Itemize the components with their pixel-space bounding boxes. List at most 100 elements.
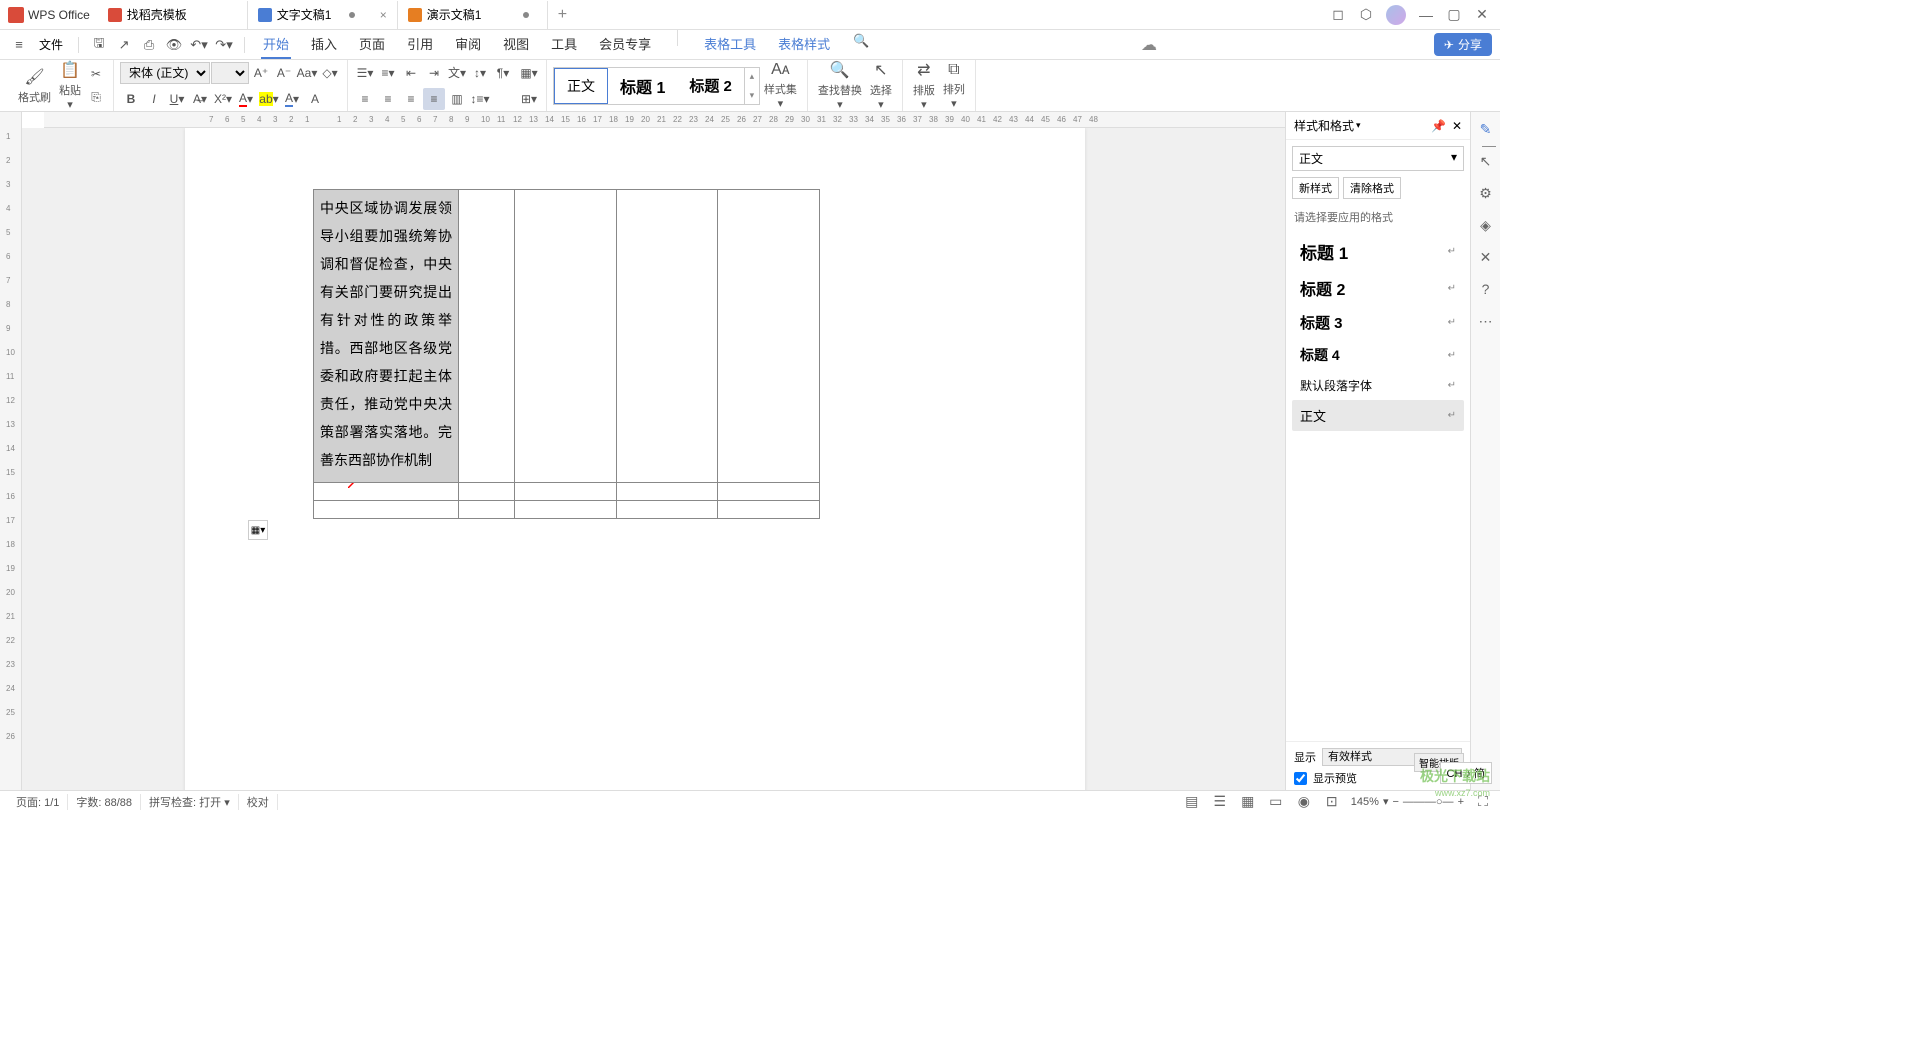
strikethrough-icon[interactable]: A̶▾ (189, 88, 211, 110)
view-read-icon[interactable]: ▭ (1267, 793, 1285, 811)
table-cell[interactable] (459, 190, 515, 483)
increase-indent-icon[interactable]: ⇥ (423, 62, 445, 84)
decrease-font-icon[interactable]: A⁻ (273, 62, 295, 84)
text-fill-icon[interactable]: A▾ (281, 88, 303, 110)
find-replace-button[interactable]: 🔍查找替换▾ (814, 64, 866, 108)
italic-icon[interactable]: I (143, 88, 165, 110)
style-normal[interactable]: 正文 (554, 68, 608, 104)
undo-icon[interactable]: ↶▾ (188, 34, 210, 56)
new-style-button[interactable]: 新样式 (1292, 177, 1339, 199)
table-cell[interactable] (314, 483, 459, 501)
select-button[interactable]: ↖选择▾ (866, 64, 896, 108)
window-restore-icon[interactable]: ◻ (1330, 7, 1346, 23)
style-entry[interactable]: 标题 2↵ (1292, 270, 1464, 306)
close-icon[interactable]: × (380, 8, 387, 22)
menu-tab-table-tools[interactable]: 表格工具 (702, 30, 758, 59)
edit-icon[interactable]: ✎ (1477, 120, 1495, 138)
text-direction-icon[interactable]: 文▾ (446, 62, 468, 84)
table-cell[interactable] (718, 190, 820, 483)
align-center-icon[interactable]: ≡ (377, 88, 399, 110)
minimize-button[interactable]: — (1418, 7, 1434, 23)
view-focus-icon[interactable]: ◉ (1295, 793, 1313, 811)
table-cell[interactable] (314, 501, 459, 519)
shading-icon[interactable]: ▦▾ (518, 62, 540, 84)
document-table[interactable]: 中央区域协调发展领导小组要加强统筹协调和督促检查，中央有关部门要研究提出有针对性… (313, 189, 820, 519)
menu-tab-table-style[interactable]: 表格样式 (776, 30, 832, 59)
help-icon[interactable]: ? (1477, 280, 1495, 298)
style-heading2[interactable]: 标题 2 (677, 68, 744, 104)
menu-tab-review[interactable]: 审阅 (453, 30, 483, 59)
tab-presentation[interactable]: 演示文稿1 (398, 1, 548, 29)
style-entry[interactable]: 正文↵ (1292, 400, 1464, 431)
increase-font-icon[interactable]: A⁺ (250, 62, 272, 84)
tab-templates[interactable]: 找稻壳模板 (98, 1, 248, 29)
superscript-icon[interactable]: X²▾ (212, 88, 234, 110)
redo-icon[interactable]: ↷▾ (213, 34, 235, 56)
font-size-select[interactable] (211, 62, 249, 84)
view-print-icon[interactable]: ▤ (1183, 793, 1201, 811)
font-color-icon[interactable]: A▾ (235, 88, 257, 110)
cloud-icon[interactable]: ☁ (1141, 35, 1157, 55)
table-handle-icon[interactable]: ▦▾ (248, 520, 268, 540)
style-entry[interactable]: 标题 1↵ (1292, 233, 1464, 270)
align-left-icon[interactable]: ≡ (354, 88, 376, 110)
style-entry[interactable]: 标题 4↵ (1292, 339, 1464, 371)
align-justify-icon[interactable]: ≡ (423, 88, 445, 110)
print-icon[interactable]: ⎙ (138, 34, 160, 56)
tools-icon[interactable]: ✕ (1477, 248, 1495, 266)
export-icon[interactable]: ↗ (113, 34, 135, 56)
share-button[interactable]: ✈ 分享 (1434, 33, 1492, 56)
style-gallery[interactable]: 正文 标题 1 标题 2 ▴ ▾ (553, 67, 760, 105)
menu-tab-tools[interactable]: 工具 (549, 30, 579, 59)
page-indicator[interactable]: 页面: 1/1 (8, 794, 68, 810)
word-count[interactable]: 字数: 88/88 (68, 794, 141, 810)
zoom-out-icon[interactable]: − (1392, 796, 1398, 808)
decrease-indent-icon[interactable]: ⇤ (400, 62, 422, 84)
style-up-icon[interactable]: ▴ (745, 67, 759, 86)
style-set-button[interactable]: Aᴀ样式集▾ (760, 64, 801, 108)
table-row[interactable] (314, 501, 820, 519)
menu-tab-reference[interactable]: 引用 (405, 30, 435, 59)
new-tab-button[interactable]: + (548, 6, 577, 24)
style-entry[interactable]: 默认段落字体↵ (1292, 371, 1464, 400)
save-icon[interactable]: 🖫 (88, 34, 110, 56)
arrange-button[interactable]: ⧉排列▾ (939, 64, 969, 108)
align-right-icon[interactable]: ≡ (400, 88, 422, 110)
avatar[interactable] (1386, 5, 1406, 25)
document-canvas[interactable]: 中央区域协调发展领导小组要加强统筹协调和督促检查，中央有关部门要研究提出有针对性… (22, 128, 1285, 796)
print-preview-icon[interactable]: 👁 (163, 34, 185, 56)
table-cell[interactable] (617, 190, 718, 483)
clear-format-button[interactable]: 清除格式 (1343, 177, 1401, 199)
search-icon[interactable]: 🔍 (850, 30, 872, 52)
menu-tab-view[interactable]: 视图 (501, 30, 531, 59)
change-case-icon[interactable]: Aa▾ (296, 62, 318, 84)
tab-document[interactable]: 文字文稿1 × (248, 1, 398, 29)
border-icon[interactable]: ⊞▾ (518, 88, 540, 110)
bullet-list-icon[interactable]: ☰▾ (354, 62, 376, 84)
paste-button[interactable]: 📋粘贴▾ (55, 64, 85, 108)
pin-icon[interactable]: 📌 (1431, 119, 1446, 133)
style-heading1[interactable]: 标题 1 (608, 68, 677, 104)
style-entry[interactable]: 标题 3↵ (1292, 306, 1464, 339)
clear-format-icon[interactable]: ◇▾ (319, 62, 341, 84)
proof-status[interactable]: 校对 (239, 794, 278, 810)
cube-icon[interactable]: ⬡ (1358, 7, 1374, 23)
format-brush-button[interactable]: 🖌格式刷 (14, 64, 55, 108)
collapse-panel-icon[interactable]: — (1482, 137, 1496, 153)
view-outline-icon[interactable]: ☰ (1211, 793, 1229, 811)
show-preview-checkbox[interactable] (1294, 772, 1307, 785)
settings-icon[interactable]: ⚙ (1477, 184, 1495, 202)
close-button[interactable]: ✕ (1474, 7, 1490, 23)
view-web-icon[interactable]: ▦ (1239, 793, 1257, 811)
maximize-button[interactable]: ▢ (1446, 7, 1462, 23)
table-cell[interactable] (515, 190, 617, 483)
menu-icon[interactable]: ≡ (8, 34, 30, 56)
zoom-fit-icon[interactable]: ⊡ (1323, 793, 1341, 811)
menu-tab-member[interactable]: 会员专享 (597, 30, 653, 59)
file-menu[interactable]: 文件 (33, 36, 69, 53)
highlight-icon[interactable]: ab▾ (258, 88, 280, 110)
menu-tab-start[interactable]: 开始 (261, 30, 291, 59)
menu-tab-page[interactable]: 页面 (357, 30, 387, 59)
underline-icon[interactable]: U▾ (166, 88, 188, 110)
style-down-icon[interactable]: ▾ (745, 86, 759, 105)
